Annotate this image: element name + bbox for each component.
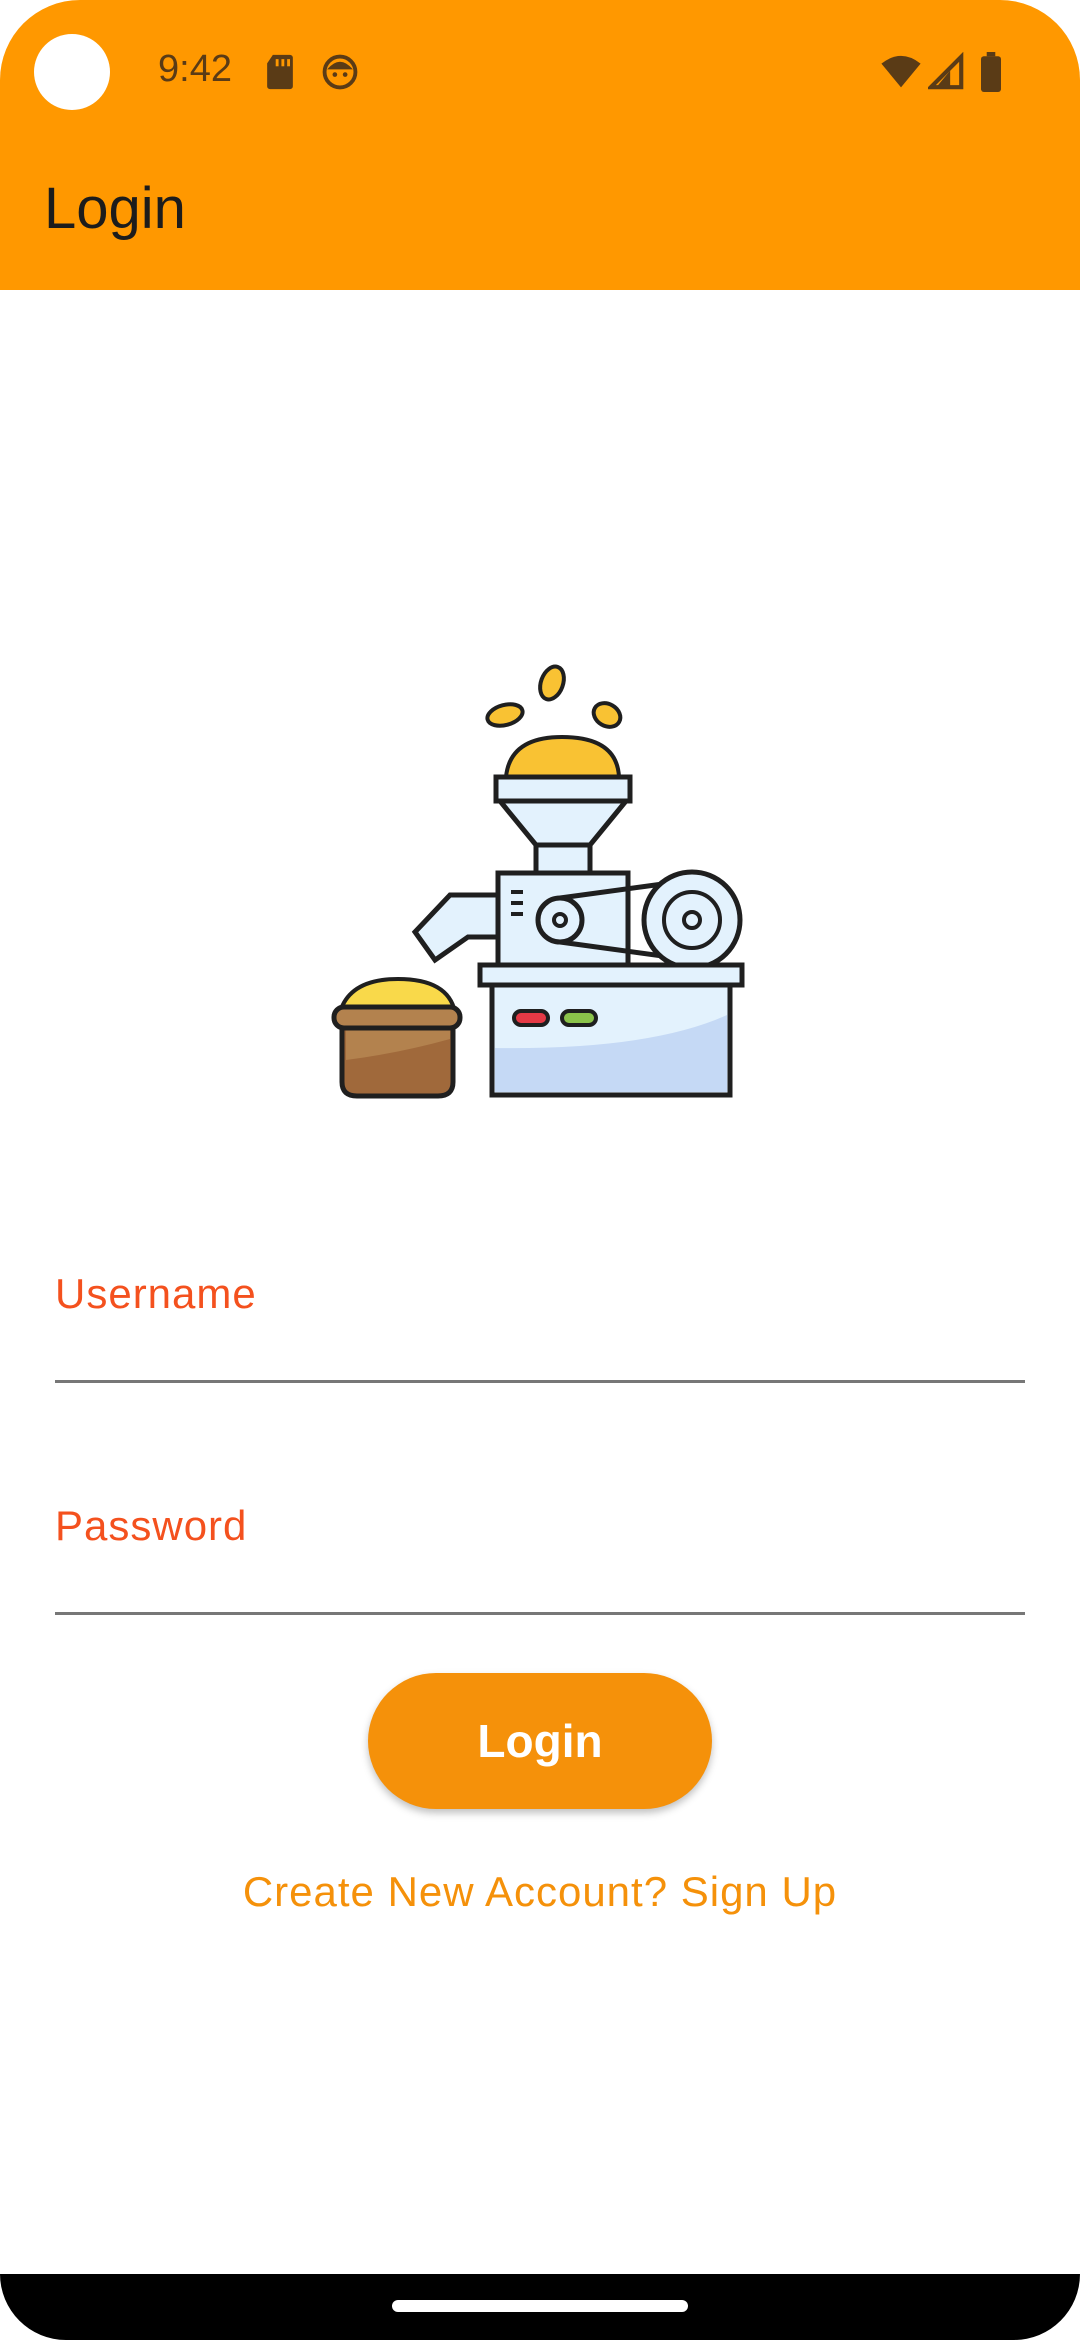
- login-button[interactable]: Login: [368, 1673, 712, 1809]
- status-bar: 9:42: [0, 0, 1080, 145]
- wifi-icon: [881, 55, 921, 88]
- signal-icon: [928, 52, 964, 90]
- home-gesture-handle[interactable]: [392, 2300, 688, 2312]
- face-icon: [322, 54, 358, 90]
- username-input[interactable]: [55, 1330, 1025, 1383]
- username-field: Username: [55, 1270, 1025, 1390]
- password-field: Password: [55, 1502, 1025, 1622]
- password-label: Password: [55, 1502, 248, 1549]
- sd-card-icon: [267, 54, 293, 90]
- password-input[interactable]: [55, 1562, 1025, 1615]
- grain-mill-icon: [331, 664, 745, 1099]
- page-title: Login: [44, 176, 186, 241]
- status-time: 9:42: [158, 48, 232, 90]
- username-label: Username: [55, 1270, 257, 1317]
- signup-link[interactable]: Create New Account? Sign Up: [0, 1868, 1080, 1916]
- battery-icon: [981, 52, 1001, 92]
- camera-cutout: [34, 34, 110, 110]
- app-bar: Login: [0, 145, 1080, 290]
